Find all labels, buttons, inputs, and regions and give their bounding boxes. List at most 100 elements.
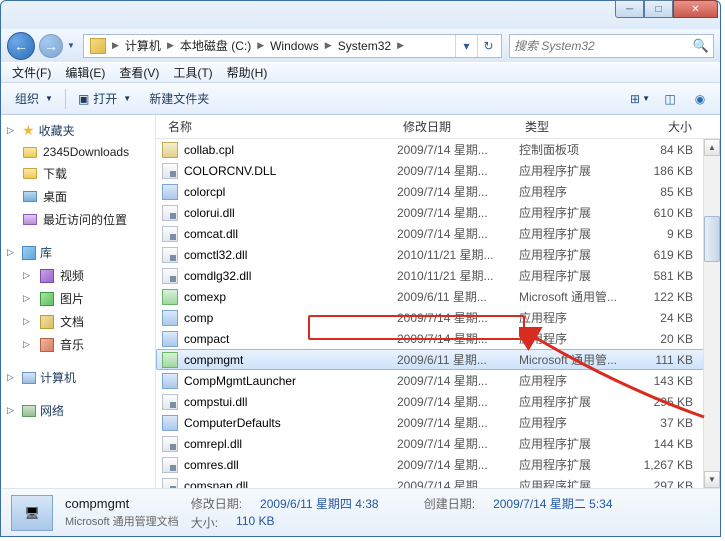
picture-icon <box>40 292 54 306</box>
nav-history-dropdown[interactable]: ▼ <box>67 41 79 50</box>
address-bar[interactable]: ▶ 计算机 ▶ 本地磁盘 (C:) ▶ Windows ▶ System32 ▶… <box>83 34 502 58</box>
file-type: 应用程序扩展 <box>519 456 639 473</box>
details-filename: compmgmt <box>65 496 179 511</box>
file-row[interactable]: comres.dll2009/7/14 星期...应用程序扩展1,267 KB <box>156 454 720 475</box>
column-headers: 名称 修改日期 类型 大小 <box>156 115 720 139</box>
file-row[interactable]: colorcpl2009/7/14 星期...应用程序85 KB <box>156 181 720 202</box>
file-row[interactable]: comcat.dll2009/7/14 星期...应用程序扩展9 KB <box>156 223 720 244</box>
chevron-right-icon[interactable]: ▶ <box>165 40 176 51</box>
sidebar-item-documents[interactable]: ▷文档 <box>1 310 155 333</box>
file-name: COLORCNV.DLL <box>184 164 276 178</box>
search-box[interactable]: 🔍 <box>509 34 714 58</box>
chevron-right-icon[interactable]: ▶ <box>110 40 121 51</box>
file-row[interactable]: collab.cpl2009/7/14 星期...控制面板项84 KB <box>156 139 720 160</box>
tree-computer[interactable]: ▷计算机 <box>1 366 155 389</box>
file-list[interactable]: collab.cpl2009/7/14 星期...控制面板项84 KBCOLOR… <box>156 139 720 488</box>
tree-favorites[interactable]: ▷★收藏夹 <box>1 119 155 142</box>
file-row[interactable]: compmgmt 2009/6/11 星期...Microsoft 通用管...1… <box>156 349 720 370</box>
menu-file[interactable]: 文件(F) <box>5 62 58 83</box>
file-date: 2009/7/14 星期... <box>397 414 519 431</box>
search-input[interactable] <box>514 39 693 53</box>
minimize-button[interactable]: ─ <box>615 0 644 18</box>
details-modified: 2009/6/11 星期四 4:38 <box>260 495 379 512</box>
collapse-icon[interactable]: ▷ <box>7 125 18 136</box>
file-row[interactable]: colorui.dll2009/7/14 星期...应用程序扩展610 KB <box>156 202 720 223</box>
file-name: colorui.dll <box>184 206 235 220</box>
file-name: compmgmt <box>184 353 243 367</box>
sidebar-item-desktop[interactable]: 桌面 <box>1 185 155 208</box>
forward-button[interactable]: → <box>39 34 63 58</box>
sidebar-item-videos[interactable]: ▷视频 <box>1 264 155 287</box>
menu-edit[interactable]: 编辑(E) <box>58 62 112 83</box>
file-size: 581 KB <box>639 269 699 283</box>
menu-tools[interactable]: 工具(T) <box>166 62 219 83</box>
sidebar-item-recent[interactable]: 最近访问的位置 <box>1 208 155 231</box>
column-name[interactable]: 名称 <box>162 118 397 135</box>
address-dropdown[interactable]: ▾ <box>455 35 477 57</box>
file-name: comrepl.dll <box>184 437 242 451</box>
file-row[interactable]: comrepl.dll2009/7/14 星期...应用程序扩展144 KB <box>156 433 720 454</box>
file-size: 111 KB <box>639 353 699 367</box>
maximize-button[interactable]: □ <box>644 0 673 18</box>
sidebar-item-music[interactable]: ▷音乐 <box>1 333 155 356</box>
new-folder-button[interactable]: 新建文件夹 <box>141 86 217 111</box>
collapse-icon[interactable]: ▷ <box>7 405 18 416</box>
breadcrumb-system32[interactable]: System32 <box>334 35 395 57</box>
file-icon <box>162 310 178 326</box>
refresh-button[interactable]: ↻ <box>477 35 499 57</box>
breadcrumb-windows[interactable]: Windows <box>266 35 323 57</box>
file-row[interactable]: comctl32.dll2010/11/21 星期...应用程序扩展619 KB <box>156 244 720 265</box>
tree-libraries[interactable]: ▷库 <box>1 241 155 264</box>
sidebar-item-pictures[interactable]: ▷图片 <box>1 287 155 310</box>
scroll-up-button[interactable]: ▲ <box>704 139 720 156</box>
file-row[interactable]: comp2009/7/14 星期...应用程序24 KB <box>156 307 720 328</box>
search-icon[interactable]: 🔍 <box>693 38 709 54</box>
collapse-icon[interactable]: ▷ <box>7 247 18 258</box>
file-row[interactable]: ComputerDefaults2009/7/14 星期...应用程序37 KB <box>156 412 720 433</box>
sidebar-item-downloads[interactable]: 2345Downloads <box>1 142 155 162</box>
file-row[interactable]: compstui.dll2009/7/14 星期...应用程序扩展295 KB <box>156 391 720 412</box>
file-row[interactable]: COLORCNV.DLL2009/7/14 星期...应用程序扩展186 KB <box>156 160 720 181</box>
file-date: 2009/7/14 星期... <box>397 330 519 347</box>
explorer-window: ─ □ ✕ ← → ▼ ▶ 计算机 ▶ 本地磁盘 (C:) ▶ Windows … <box>0 0 721 537</box>
menu-view[interactable]: 查看(V) <box>112 62 166 83</box>
file-date: 2009/6/11 星期... <box>397 351 519 368</box>
file-list-pane: 名称 修改日期 类型 大小 collab.cpl2009/7/14 星期...控… <box>156 115 720 488</box>
sidebar-item-downloads2[interactable]: 下载 <box>1 162 155 185</box>
file-date: 2010/11/21 星期... <box>397 267 519 284</box>
file-icon <box>162 205 178 221</box>
chevron-right-icon[interactable]: ▶ <box>323 40 334 51</box>
file-row[interactable]: CompMgmtLauncher2009/7/14 星期...应用程序143 K… <box>156 370 720 391</box>
view-options-button[interactable]: ⊞ ▼ <box>626 88 654 110</box>
chevron-right-icon[interactable]: ▶ <box>255 40 266 51</box>
open-button[interactable]: ▣打开▼ <box>70 86 139 111</box>
file-row[interactable]: comdlg32.dll2010/11/21 星期...应用程序扩展581 KB <box>156 265 720 286</box>
tree-network[interactable]: ▷网络 <box>1 399 155 422</box>
file-row[interactable]: comexp2009/6/11 星期...Microsoft 通用管...122… <box>156 286 720 307</box>
breadcrumb-computer[interactable]: 计算机 <box>121 35 165 57</box>
organize-button[interactable]: 组织▼ <box>7 86 61 111</box>
column-size[interactable]: 大小 <box>639 118 699 135</box>
file-row[interactable]: compact2009/7/14 星期...应用程序20 KB <box>156 328 720 349</box>
file-size: 9 KB <box>639 227 699 241</box>
collapse-icon[interactable]: ▷ <box>7 372 18 383</box>
file-icon <box>162 331 178 347</box>
column-date[interactable]: 修改日期 <box>397 118 519 135</box>
file-name: compstui.dll <box>184 395 247 409</box>
help-button[interactable]: ◉ <box>686 88 714 110</box>
folder-icon <box>23 168 37 179</box>
breadcrumb-drive[interactable]: 本地磁盘 (C:) <box>176 35 255 57</box>
scrollbar[interactable]: ▲ ▼ <box>703 139 720 488</box>
file-row[interactable]: comsnap.dll2009/7/14 星期...应用程序扩展297 KB <box>156 475 720 488</box>
file-date: 2009/7/14 星期... <box>397 372 519 389</box>
preview-pane-button[interactable]: ◫ <box>656 88 684 110</box>
chevron-down-icon: ▼ <box>45 94 53 103</box>
scroll-down-button[interactable]: ▼ <box>704 471 720 488</box>
chevron-right-icon[interactable]: ▶ <box>395 40 406 51</box>
column-type[interactable]: 类型 <box>519 118 639 135</box>
file-type: Microsoft 通用管... <box>519 351 639 368</box>
scroll-thumb[interactable] <box>704 216 720 262</box>
menu-help[interactable]: 帮助(H) <box>220 62 275 83</box>
back-button[interactable]: ← <box>7 32 35 60</box>
close-button[interactable]: ✕ <box>673 0 718 18</box>
